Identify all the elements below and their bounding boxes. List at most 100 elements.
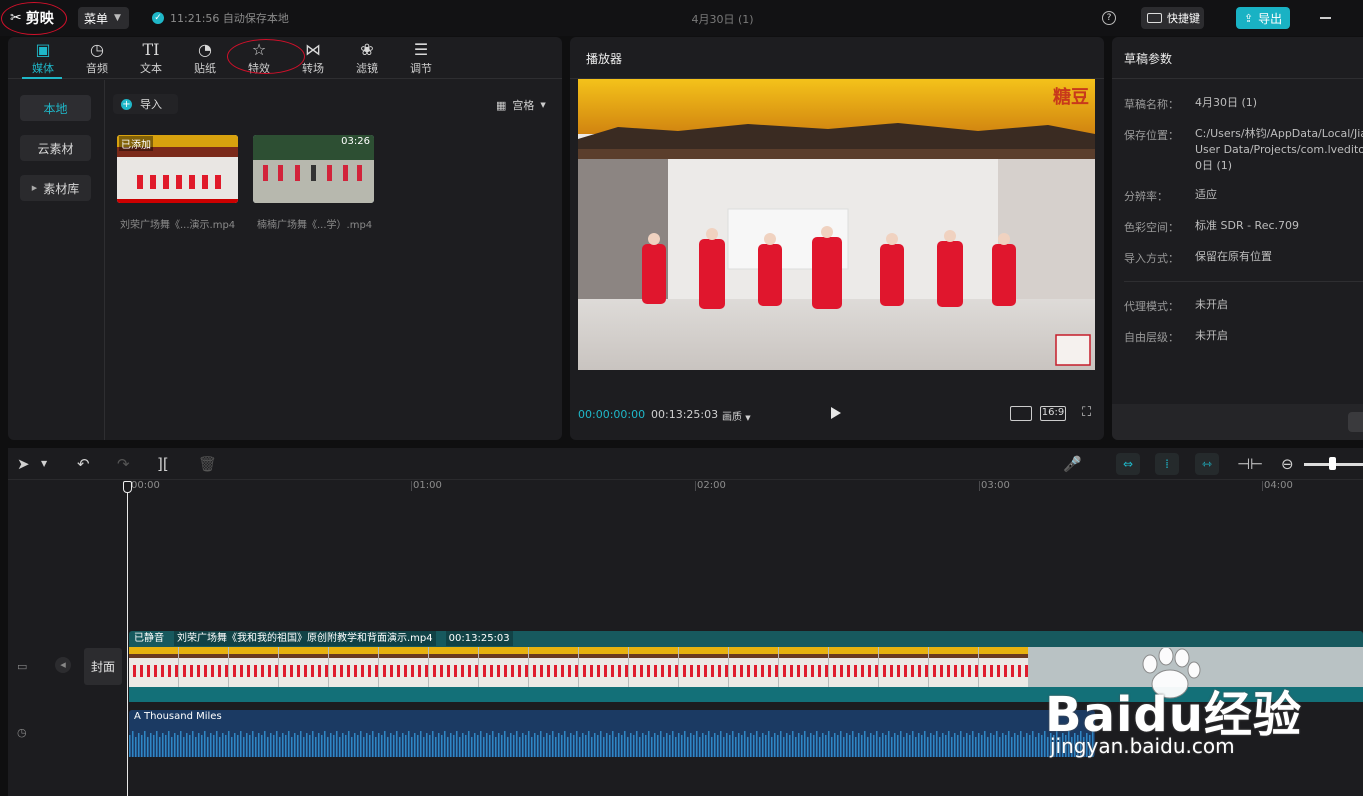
- draft-label-proxy: 代理模式：: [1124, 300, 1179, 313]
- export-button[interactable]: ⇪ 导出: [1236, 7, 1290, 29]
- audio-track-icon: ◷: [17, 726, 27, 739]
- aspect-ratio-button[interactable]: 16:9: [1040, 406, 1066, 421]
- video-frame: [578, 79, 1095, 370]
- watermark-url: jingyan.baidu.com: [1050, 734, 1235, 758]
- active-tab-indicator: [22, 77, 62, 79]
- video-filmstrip: [129, 647, 1028, 687]
- draft-value-proxy: 未开启: [1195, 298, 1228, 311]
- waveform-icon[interactable]: [1010, 406, 1032, 421]
- draft-label-layer: 自由层级：: [1124, 331, 1179, 344]
- draft-value-resolution: 适应: [1195, 188, 1217, 201]
- tab-audio[interactable]: ◷ 音频: [72, 40, 122, 76]
- undo-icon[interactable]: ↶: [77, 455, 90, 473]
- snap-icon[interactable]: ⁞: [1155, 453, 1179, 475]
- media-source-nav: [8, 80, 105, 440]
- tab-media[interactable]: ▣ 媒体: [18, 40, 68, 76]
- adjust-icon: ☰: [413, 40, 429, 59]
- media-item-2[interactable]: 03:26: [253, 135, 374, 203]
- fullscreen-icon[interactable]: ⛶: [1082, 406, 1096, 420]
- export-label: 导出: [1258, 11, 1283, 26]
- mute-icon[interactable]: ◂: [55, 657, 71, 673]
- tab-label: 音频: [86, 62, 108, 75]
- draft-label-import: 导入方式：: [1124, 252, 1179, 265]
- playhead[interactable]: [127, 487, 128, 796]
- import-label: 导入: [140, 98, 162, 111]
- tab-label: 滤镜: [356, 62, 378, 75]
- sticker-icon: ◔: [198, 40, 212, 59]
- shortcut-label: 快捷键: [1167, 12, 1200, 25]
- tab-text[interactable]: TI 文本: [126, 40, 176, 76]
- video-preview[interactable]: 糖豆: [578, 79, 1095, 370]
- delete-icon[interactable]: 🗑: [198, 455, 217, 473]
- draft-title: 草稿参数: [1124, 52, 1173, 66]
- draft-footer: [1112, 404, 1363, 440]
- split-screen-icon[interactable]: ⊣⊢: [1237, 455, 1263, 473]
- ruler-label: 02:00: [697, 480, 726, 491]
- shortcut-button[interactable]: 快捷键: [1141, 7, 1204, 29]
- redo-icon[interactable]: ↷: [117, 455, 130, 473]
- caret-right-icon: ▶: [31, 184, 38, 192]
- current-time: 00:00:00:00: [578, 408, 646, 421]
- tab-sticker[interactable]: ◔ 贴纸: [180, 40, 230, 76]
- chevron-down-icon: ▼: [745, 414, 751, 422]
- chevron-down-icon[interactable]: ▼: [41, 455, 47, 473]
- media-item-1[interactable]: 已添加: [117, 135, 238, 203]
- draft-value-import: 保留在原有位置: [1195, 250, 1272, 263]
- annotation-circle-effects: [227, 39, 305, 74]
- ruler-label: 01:00: [413, 480, 442, 491]
- video-watermark: 糖豆: [1053, 87, 1089, 108]
- play-button[interactable]: [831, 407, 841, 419]
- ruler-label: 00:00: [131, 480, 160, 491]
- audio-waveform: [129, 727, 1095, 757]
- import-button[interactable]: + 导入: [113, 94, 178, 114]
- draft-label-resolution: 分辨率：: [1124, 190, 1168, 203]
- media-item-name: 刘荣广场舞《...演示.mp4: [120, 220, 236, 231]
- grid-icon: ▦: [496, 98, 507, 112]
- minimize-button[interactable]: [1320, 17, 1331, 19]
- quality-label: 画质: [722, 412, 742, 423]
- draft-label-colorspace: 色彩空间：: [1124, 221, 1179, 234]
- zoom-slider-thumb[interactable]: [1329, 457, 1336, 470]
- tab-label: 贴纸: [194, 62, 216, 75]
- quality-dropdown[interactable]: 画质 ▼: [722, 408, 751, 423]
- nav-label: 素材库: [43, 181, 80, 196]
- tab-label: 调节: [410, 62, 432, 75]
- tab-label: 转场: [302, 62, 324, 75]
- player-title: 播放器: [586, 52, 623, 66]
- media-icon: ▣: [35, 40, 51, 59]
- video-track-icon: ▭: [17, 660, 28, 673]
- total-time: 00:13:25:03: [651, 408, 719, 421]
- nav-library[interactable]: ▶ 素材库: [20, 175, 91, 201]
- tab-filter[interactable]: ❀ 滤镜: [342, 40, 392, 76]
- filter-icon: ❀: [360, 40, 374, 59]
- text-icon: TI: [142, 40, 160, 59]
- duration-badge: 03:26: [341, 136, 370, 147]
- view-toggle[interactable]: ▦ 宫格 ▼: [496, 97, 546, 113]
- media-item-name: 楠楠广场舞《...学）.mp4: [257, 220, 373, 231]
- draft-value-location: C:/Users/林钧/AppData/Local/Jia User Data/…: [1195, 127, 1363, 172]
- draft-value-colorspace: 标准 SDR - Rec.709: [1195, 219, 1300, 232]
- microphone-icon[interactable]: 🎤: [1063, 455, 1082, 473]
- clip-duration: 00:13:25:03: [445, 631, 513, 646]
- select-cursor-icon[interactable]: ➤: [17, 455, 30, 473]
- keyboard-icon: [1147, 13, 1162, 23]
- tab-label: 文本: [140, 62, 162, 75]
- added-badge: 已添加: [119, 136, 153, 151]
- draft-value-layer: 未开启: [1195, 329, 1228, 342]
- modify-button[interactable]: [1348, 412, 1363, 432]
- ruler-label: 03:00: [981, 480, 1010, 491]
- link-icon[interactable]: ⇔: [1116, 453, 1140, 475]
- preview-axis-icon[interactable]: ⇿: [1195, 453, 1219, 475]
- nav-label: 云素材: [37, 141, 74, 156]
- plus-icon: +: [121, 98, 132, 110]
- clip-name: 刘荣广场舞《我和我的祖国》原创附教学和背面演示.mp4: [174, 631, 436, 646]
- help-icon[interactable]: ?: [1102, 11, 1116, 25]
- cover-button[interactable]: 封面: [84, 648, 122, 685]
- playhead-handle[interactable]: [123, 481, 132, 493]
- split-icon[interactable]: ][: [157, 455, 169, 473]
- nav-local[interactable]: 本地: [20, 95, 91, 121]
- nav-cloud[interactable]: 云素材: [20, 135, 91, 161]
- zoom-out-icon[interactable]: ⊖: [1281, 455, 1294, 473]
- ruler-label: 04:00: [1264, 480, 1293, 491]
- tab-adjust[interactable]: ☰ 调节: [396, 40, 446, 76]
